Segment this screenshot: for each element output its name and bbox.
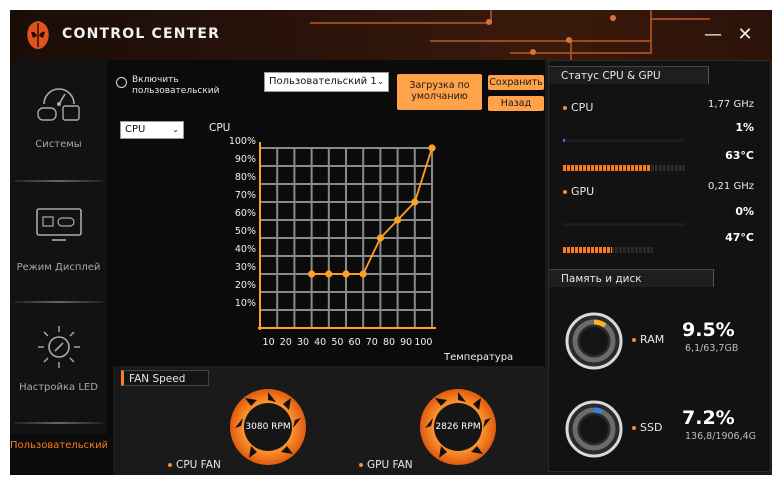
cpu-temp-bar bbox=[563, 165, 685, 171]
y-tick-label: 40% bbox=[235, 244, 256, 255]
x-tick-label: 50 bbox=[331, 337, 343, 348]
x-tick-label: 40 bbox=[314, 337, 326, 348]
fan-curve-chart[interactable]: 100% 90% 80% 70% 60% 50% 40% 30% 20% 10% 10 20 30 40 5… bbox=[107, 60, 545, 366]
status-panel-inner: Статус CPU & GPU CPU 1,77 GHz 1% 63°C GP… bbox=[548, 60, 771, 472]
gpu-clock: 0,21 GHz bbox=[708, 181, 754, 192]
status-panel: Статус CPU & GPU CPU 1,77 GHz 1% 63°C GP… bbox=[545, 60, 772, 475]
cpu-temp: 63°C bbox=[725, 149, 754, 162]
y-tick-label: 10% bbox=[235, 298, 256, 309]
sidebar-item-label: Режим Дисплей bbox=[16, 262, 101, 273]
fan-speed-title: FAN Speed bbox=[121, 370, 209, 386]
gpu-temp-bar bbox=[563, 247, 653, 253]
cpu-gpu-status-title: Статус CPU & GPU bbox=[549, 66, 709, 84]
cpu-fan-rpm: 3080 RPM bbox=[245, 422, 291, 432]
ram-usage-ring bbox=[565, 312, 623, 370]
minimize-button[interactable]: — bbox=[702, 24, 724, 46]
y-tick-label: 80% bbox=[235, 172, 256, 183]
cpu-label-text: CPU bbox=[571, 101, 594, 114]
sidebar-item-label: Настройка LED bbox=[19, 382, 98, 393]
fan-speed-panel: FAN Speed 3080 RPM CPU FAN 2826 RPM GPU … bbox=[113, 366, 545, 475]
x-axis-label: Температура bbox=[444, 352, 514, 363]
ram-detail: 6,1/63,7GB bbox=[685, 343, 739, 354]
sidebar-item-custom[interactable]: Пользовательский bbox=[10, 434, 107, 475]
y-tick-label: 70% bbox=[235, 190, 256, 201]
y-tick-label: 20% bbox=[235, 280, 256, 291]
x-tick-label: 90 bbox=[400, 337, 412, 348]
ram-percent: 9.5% bbox=[682, 319, 735, 341]
divider bbox=[14, 301, 103, 303]
bullet-icon bbox=[168, 463, 172, 467]
y-tick-label: 100% bbox=[229, 136, 256, 147]
ram-label: RAM bbox=[632, 333, 664, 346]
x-tick-label: 10 bbox=[263, 337, 275, 348]
divider bbox=[14, 422, 103, 424]
monitor-gamepad-icon bbox=[36, 208, 82, 241]
bullet-icon bbox=[563, 190, 567, 194]
sidebar-item-label: Системы bbox=[35, 139, 82, 150]
ram-label-text: RAM bbox=[640, 333, 665, 346]
title-bar[interactable]: CONTROL CENTER — ✕ bbox=[10, 10, 772, 60]
gpu-fan-gauge: 2826 RPM bbox=[419, 388, 497, 466]
fan-curve-point[interactable] bbox=[428, 144, 436, 152]
cpu-temp-bar-fill bbox=[563, 165, 651, 171]
app-window: CONTROL CENTER — ✕ Системы Режим Дисплей bbox=[10, 10, 772, 475]
cpu-load-bar bbox=[563, 139, 685, 142]
gpu-label: GPU bbox=[563, 185, 594, 198]
sidebar: Системы Режим Дисплей Настройка LED Поль… bbox=[10, 60, 107, 475]
x-tick-label: 80 bbox=[383, 337, 395, 348]
gpu-fan-label-text: GPU FAN bbox=[367, 459, 413, 471]
ssd-label-text: SSD bbox=[640, 421, 663, 434]
bullet-icon bbox=[632, 338, 636, 342]
gpu-fan-label: GPU FAN bbox=[359, 459, 413, 471]
fan-curve-panel: Включить пользовательский Пользовательск… bbox=[107, 60, 545, 366]
gpu-load-bar bbox=[563, 223, 685, 226]
bullet-icon bbox=[632, 426, 636, 430]
ssd-usage-ring bbox=[565, 400, 623, 458]
bullet-icon bbox=[359, 463, 363, 467]
fan-curve-point[interactable] bbox=[308, 270, 316, 278]
y-tick-label: 30% bbox=[235, 262, 256, 273]
fan-curve-point[interactable] bbox=[342, 270, 350, 278]
gpu-temp-bar-fill bbox=[563, 247, 612, 253]
led-bulb-icon bbox=[38, 326, 80, 368]
sidebar-item-led[interactable]: Настройка LED bbox=[10, 304, 107, 422]
cpu-label: CPU bbox=[563, 101, 593, 114]
fan-curve-point[interactable] bbox=[376, 234, 384, 242]
fan-curve-point[interactable] bbox=[411, 198, 419, 206]
cpu-fan-label-text: CPU FAN bbox=[176, 459, 221, 471]
x-tick-label: 20 bbox=[280, 337, 292, 348]
close-button[interactable]: ✕ bbox=[734, 24, 756, 46]
cpu-fan-label: CPU FAN bbox=[168, 459, 221, 471]
fan-curve-point[interactable] bbox=[394, 216, 402, 224]
gauge-icon bbox=[37, 88, 80, 121]
sidebar-item-systems[interactable]: Системы bbox=[10, 60, 107, 178]
x-tick-label: 60 bbox=[349, 337, 361, 348]
x-tick-label: 30 bbox=[297, 337, 309, 348]
cpu-clock: 1,77 GHz bbox=[708, 99, 754, 110]
x-tick-label: 100 bbox=[414, 337, 432, 348]
gpu-label-text: GPU bbox=[571, 185, 595, 198]
y-tick-label: 60% bbox=[235, 208, 256, 219]
alien-helmet-logo-icon bbox=[27, 21, 49, 49]
sidebar-item-display-mode[interactable]: Режим Дисплей bbox=[10, 182, 107, 300]
gpu-temp: 47°C bbox=[725, 231, 754, 244]
x-tick-label: 70 bbox=[366, 337, 378, 348]
y-tick-label: 90% bbox=[235, 154, 256, 165]
fan-curve-svg[interactable]: 100% 90% 80% 70% 60% 50% 40% 30% 20% 10% 10 20 30 40 5… bbox=[107, 60, 545, 366]
fan-curve-point[interactable] bbox=[325, 270, 333, 278]
gpu-fan-rpm: 2826 RPM bbox=[435, 422, 481, 432]
fan-curve-point[interactable] bbox=[359, 270, 367, 278]
ssd-percent: 7.2% bbox=[682, 407, 735, 429]
cpu-load: 1% bbox=[735, 121, 754, 134]
y-tick-label: 50% bbox=[235, 226, 256, 237]
ssd-label: SSD bbox=[632, 421, 662, 434]
ssd-detail: 136,8/1906,4G bbox=[685, 431, 756, 442]
gpu-load: 0% bbox=[735, 205, 754, 218]
cpu-fan-gauge: 3080 RPM bbox=[229, 388, 307, 466]
cpu-load-bar-fill bbox=[563, 139, 565, 142]
memory-disk-title: Память и диск bbox=[549, 269, 714, 287]
app-title: CONTROL CENTER bbox=[62, 26, 221, 42]
bullet-icon bbox=[563, 106, 567, 110]
